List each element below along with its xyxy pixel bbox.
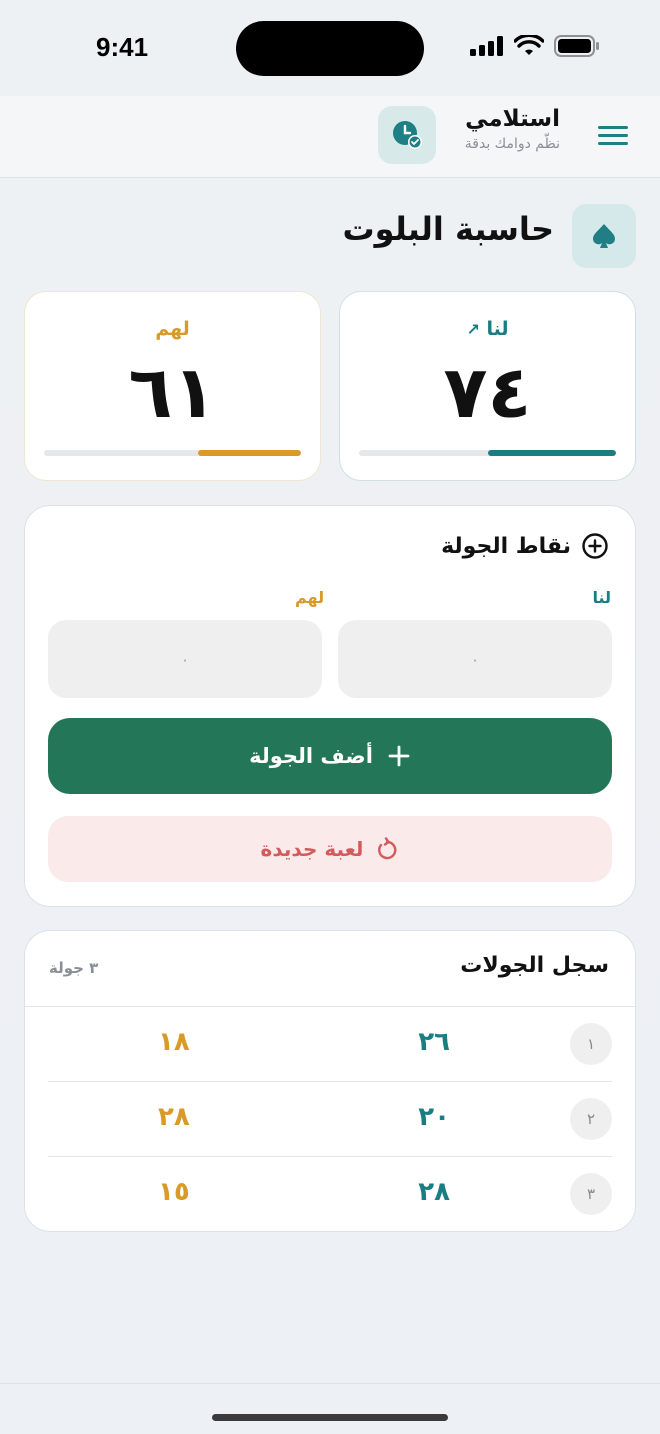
score-card-us: ↗ لنا ٧٤ <box>339 291 636 481</box>
status-icons <box>470 35 600 57</box>
round-score-them: ١٨ <box>158 1027 190 1057</box>
score-value-us: ٧٤ <box>443 350 532 434</box>
arrow-up-right-icon: ↗ <box>466 320 480 339</box>
dynamic-island <box>236 21 424 76</box>
round-number-badge: ٣ <box>570 1173 612 1215</box>
input-label-them: لهم <box>295 588 325 607</box>
progress-fill-them <box>198 450 301 456</box>
score-value-them: ٦١ <box>128 350 217 434</box>
score-card-them: لهم ٦١ <box>24 291 321 481</box>
wifi-icon <box>514 35 544 55</box>
input-label-us: لنا <box>592 588 611 607</box>
round-points-header: نقاط الجولة <box>441 532 609 560</box>
hamburger-icon-line <box>598 134 628 137</box>
app-name: استلامي <box>465 106 560 132</box>
battery-icon <box>554 35 599 57</box>
page-title: حاسبة البلوت <box>342 210 554 248</box>
score-label-us-text: لنا <box>486 318 509 340</box>
points-input-us[interactable] <box>338 620 612 698</box>
hamburger-icon-line <box>598 142 628 145</box>
menu-button[interactable] <box>598 126 628 148</box>
round-number-badge: ٢ <box>570 1098 612 1140</box>
round-score-us: ٢٠ <box>418 1102 450 1132</box>
round-score-us: ٢٦ <box>418 1027 450 1057</box>
cellular-signal-icon <box>470 36 503 56</box>
score-label-us: ↗ لنا <box>340 318 635 340</box>
plus-icon <box>388 745 410 767</box>
history-row: ١ ٢٦ ١٨ <box>48 1007 612 1082</box>
bottom-divider <box>0 1383 660 1384</box>
round-number-badge: ١ <box>570 1023 612 1065</box>
round-score-them: ٢٨ <box>158 1102 190 1132</box>
home-indicator[interactable] <box>212 1414 448 1421</box>
progress-track-us <box>359 450 616 456</box>
reset-icon <box>378 837 397 860</box>
app-header: استلامي نظّم دوامك بدقة <box>0 96 660 178</box>
progress-track-them <box>44 450 301 456</box>
app-tagline: نظّم دوامك بدقة <box>464 136 560 152</box>
history-row: ٣ ٢٨ ١٥ <box>48 1157 612 1231</box>
history-rows: ١ ٢٦ ١٨ ٢ ٢٠ ٢٨ ٣ ٢٨ ١٥ <box>48 1007 612 1231</box>
history-title: سجل الجولات <box>460 953 609 978</box>
new-game-label: لعبة جديدة <box>260 837 364 861</box>
round-history-card: سجل الجولات ٣ جولة ١ ٢٦ ١٨ ٢ ٢٠ ٢٨ ٣ ٢٨ … <box>24 930 636 1232</box>
history-row: ٢ ٢٠ ٢٨ <box>48 1082 612 1157</box>
spade-icon <box>572 204 636 268</box>
history-count: ٣ جولة <box>49 959 99 977</box>
add-round-label: أضف الجولة <box>249 744 373 768</box>
status-bar: 9:41 <box>0 0 660 96</box>
clock-check-icon <box>378 106 436 164</box>
new-game-button[interactable]: لعبة جديدة <box>48 816 612 882</box>
brand: استلامي نظّم دوامك بدقة <box>465 106 560 152</box>
points-input-them[interactable] <box>48 620 322 698</box>
plus-circle-icon <box>582 533 608 559</box>
status-time: 9:41 <box>96 32 149 62</box>
hamburger-icon-line <box>598 126 628 129</box>
add-round-button[interactable]: أضف الجولة <box>48 718 612 794</box>
round-points-card: نقاط الجولة لنا لهم أضف الجولة لعبة جديد… <box>24 505 636 907</box>
round-points-title: نقاط الجولة <box>441 533 571 559</box>
progress-fill-us <box>487 450 616 456</box>
score-label-them: لهم <box>155 318 190 340</box>
round-score-them: ١٥ <box>158 1177 190 1207</box>
round-score-us: ٢٨ <box>418 1177 450 1207</box>
